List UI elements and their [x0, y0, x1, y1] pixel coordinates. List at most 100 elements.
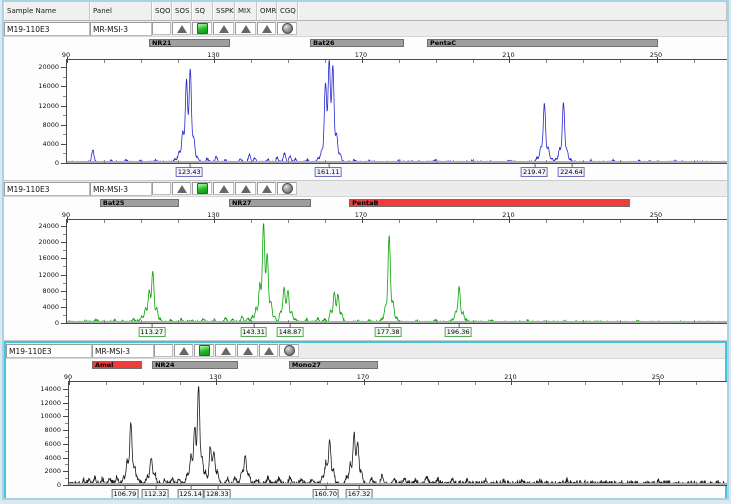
flag-cell-sqo[interactable]	[154, 344, 173, 357]
marker-name-label: NR21	[152, 39, 172, 47]
sample-row[interactable]: M19-110E3 MR-MSI-3	[4, 21, 727, 37]
flag-cell-sos[interactable]	[174, 344, 193, 357]
flag-cell-omr[interactable]	[257, 182, 276, 195]
electropherogram-trace	[67, 223, 727, 323]
flag-cell-cgq[interactable]	[277, 22, 297, 35]
x-tick	[67, 217, 68, 223]
sample-name-cell[interactable]: M19-110E3	[4, 22, 90, 36]
panel-name-cell[interactable]: MR-MSI-3	[92, 344, 154, 358]
x-tick	[290, 382, 291, 385]
sample-name-cell[interactable]: M19-110E3	[6, 344, 92, 358]
x-tick	[473, 220, 474, 223]
flag-cell-sspk[interactable]	[215, 344, 236, 357]
trace-plot-area[interactable]	[68, 381, 729, 486]
flag-cell-mix[interactable]	[235, 182, 256, 195]
sample-row[interactable]: M19-110E3 MR-MSI-3	[6, 343, 725, 359]
x-tick	[696, 382, 697, 385]
flag-cell-sq[interactable]	[192, 22, 212, 35]
flag-cell-cgq[interactable]	[279, 344, 299, 357]
warning-triangle-icon	[262, 25, 272, 33]
peak-size-label[interactable]: 196.36	[445, 327, 472, 337]
peak-size-label[interactable]: 177.38	[375, 327, 402, 337]
sample-blocks: M19-110E3 MR-MSI-3 NR21Bat26PentaC 90130…	[4, 21, 727, 500]
x-tick	[325, 60, 326, 63]
table-header: Sample Name Panel SQO SOS SQ SSPK MIX OM…	[4, 2, 727, 21]
peak-size-label[interactable]: 143.31	[240, 327, 267, 337]
flag-cell-sqo[interactable]	[152, 22, 171, 35]
x-tick-bottom	[141, 320, 142, 323]
flag-cell-sq[interactable]	[194, 344, 214, 357]
peak-size-label[interactable]: 161.11	[315, 167, 342, 177]
peak-size-label[interactable]: 219.47	[521, 167, 548, 177]
marker-name-label: NR27	[232, 199, 252, 207]
peak-size-label[interactable]: 128.33	[204, 489, 231, 499]
warning-triangle-icon	[177, 25, 187, 33]
flag-cell-mix[interactable]	[237, 344, 258, 357]
marker-range-bar[interactable]: NR21	[149, 39, 230, 47]
trace-svg	[67, 60, 727, 163]
x-tick	[106, 382, 107, 385]
flag-cell-omr[interactable]	[259, 344, 278, 357]
x-tick	[436, 60, 437, 63]
peak-size-label[interactable]: 112.32	[142, 489, 169, 499]
electropherogram-chart[interactable]: NR21Bat26PentaC 90130170210250 040008000…	[4, 37, 727, 180]
x-tick-bottom	[288, 320, 289, 323]
electropherogram-chart[interactable]: AmelNR24Mono27 90130170210250 0200040006…	[6, 359, 725, 500]
x-tick	[436, 220, 437, 223]
flag-cell-mix[interactable]	[235, 22, 256, 35]
peak-size-label[interactable]: 160.70	[312, 489, 339, 499]
x-axis-tick-label: 130	[207, 51, 219, 59]
peak-size-label[interactable]: 148.87	[277, 327, 304, 337]
y-axis-tick-label: 4000	[42, 140, 59, 148]
x-tick	[622, 382, 623, 385]
x-tick	[251, 60, 252, 63]
column-header-sq: SQ	[192, 2, 213, 20]
panel-name-cell[interactable]: MR-MSI-3	[90, 182, 152, 196]
sample-name-cell[interactable]: M19-110E3	[4, 182, 90, 196]
marker-name-label: Amel	[95, 361, 113, 369]
quality-pass-square-icon	[197, 183, 208, 194]
sample-panel-block[interactable]: M19-110E3 MR-MSI-3 AmelNR24Mono27 901301…	[4, 341, 727, 500]
y-axis-tick-label: 24000	[38, 222, 59, 230]
y-axis-tick-label: 0	[55, 319, 59, 327]
panel-name-cell[interactable]: MR-MSI-3	[90, 22, 152, 36]
flag-cell-sqo[interactable]	[152, 182, 171, 195]
flag-cell-sos[interactable]	[172, 22, 191, 35]
peak-size-label[interactable]: 106.79	[112, 489, 139, 499]
trace-plot-area[interactable]	[66, 219, 728, 324]
marker-range-bar[interactable]: PentaC	[427, 39, 658, 47]
flag-cell-sq[interactable]	[192, 182, 212, 195]
x-tick-bottom	[104, 320, 105, 323]
x-tick	[657, 57, 658, 63]
marker-range-bar[interactable]: Mono27	[289, 361, 378, 369]
peak-size-label[interactable]: 123.43	[176, 167, 203, 177]
peak-size-label[interactable]: 224.64	[558, 167, 585, 177]
marker-range-bar[interactable]: Bat26	[310, 39, 404, 47]
trace-plot-area[interactable]	[66, 59, 728, 164]
peak-size-label[interactable]: 167.32	[346, 489, 373, 499]
electropherogram-chart[interactable]: Bat25NR27PentaB 90130170210250 040008000…	[4, 197, 727, 340]
marker-range-bar[interactable]: Bat25	[100, 199, 179, 207]
flag-cell-cgq[interactable]	[277, 182, 297, 195]
baseline	[67, 161, 727, 163]
marker-range-bar[interactable]: NR24	[152, 361, 238, 369]
flag-cell-sspk[interactable]	[213, 22, 234, 35]
marker-range-bar[interactable]: PentaB	[349, 199, 630, 207]
sample-panel-block[interactable]: M19-110E3 MR-MSI-3 Bat25NR27PentaB 90130…	[4, 181, 727, 341]
peak-size-label[interactable]: 113.27	[138, 327, 165, 337]
baseline	[67, 321, 727, 323]
flag-cell-sspk[interactable]	[213, 182, 234, 195]
sample-panel-block[interactable]: M19-110E3 MR-MSI-3 NR21Bat26PentaC 90130…	[4, 21, 727, 181]
marker-range-bar[interactable]: NR27	[229, 199, 311, 207]
x-tick-bottom	[696, 482, 697, 485]
x-tick-bottom	[694, 320, 695, 323]
sample-row[interactable]: M19-110E3 MR-MSI-3	[4, 181, 727, 197]
x-axis-tick-label: 170	[355, 211, 367, 219]
flag-cell-sos[interactable]	[172, 182, 191, 195]
peak-size-label[interactable]: 125.14	[177, 489, 204, 499]
warning-triangle-icon	[264, 347, 274, 355]
marker-range-bar[interactable]: Amel	[92, 361, 142, 369]
flag-cell-omr[interactable]	[257, 22, 276, 35]
x-tick	[583, 60, 584, 63]
warning-triangle-icon	[241, 25, 251, 33]
